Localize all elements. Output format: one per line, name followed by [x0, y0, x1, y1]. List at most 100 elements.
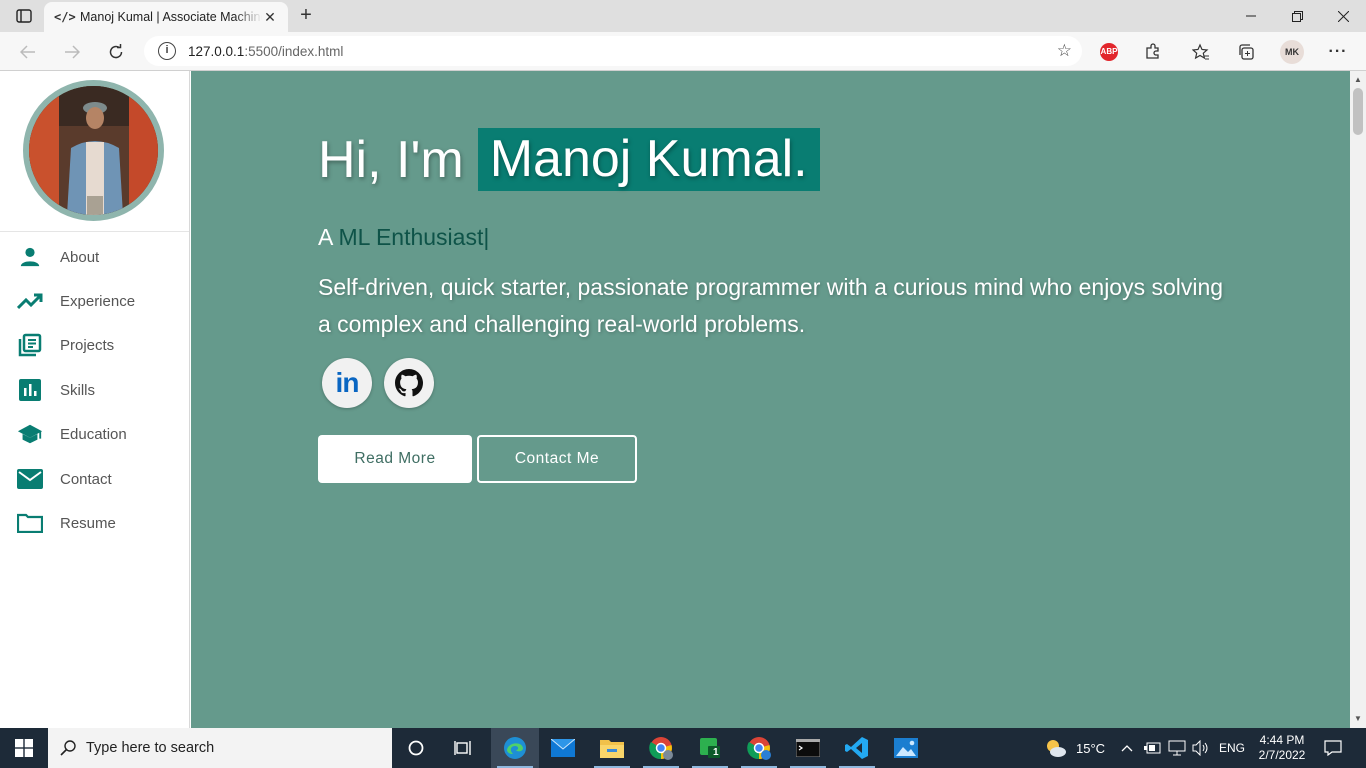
taskbar-terminal[interactable]	[784, 728, 832, 768]
sidebar-item-experience[interactable]: Experience	[0, 281, 190, 321]
clock-date: 2/7/2022	[1258, 748, 1306, 762]
hero-section: Hi, I'm Manoj Kumal. A ML Enthusiast| Se…	[191, 71, 1350, 728]
settings-menu-button[interactable]: ···	[1326, 40, 1350, 64]
profile-button[interactable]: MK	[1280, 40, 1304, 64]
task-view-button[interactable]	[440, 728, 488, 768]
battery-tray-icon[interactable]	[1144, 728, 1162, 768]
task-view-icon	[454, 741, 471, 755]
tab-actions-button[interactable]	[8, 4, 40, 28]
profile-photo	[23, 80, 164, 221]
page-scrollbar[interactable]: ▲ ▼	[1350, 71, 1366, 728]
taskbar-chrome-1[interactable]	[637, 728, 685, 768]
profile-avatar: MK	[1280, 40, 1304, 64]
hero-subtitle: A ML Enthusiast|	[318, 224, 489, 251]
minimize-button[interactable]	[1228, 0, 1274, 32]
chrome-icon	[747, 737, 771, 760]
sidebar-item-label: Skills	[60, 381, 96, 399]
browser-toolbar: i 127.0.0.1:5500/index.html ☆ ABP MK ···	[0, 32, 1366, 71]
back-button[interactable]	[14, 38, 42, 66]
url-path: :5500/index.html	[244, 43, 344, 59]
typing-cursor: |	[483, 224, 490, 250]
sidebar-item-contact[interactable]: Contact	[0, 459, 190, 499]
taskbar-search[interactable]: Type here to search	[48, 728, 392, 768]
sidebar-item-label: Experience	[60, 292, 136, 310]
network-icon	[1168, 740, 1186, 756]
taskbar-file-explorer[interactable]	[588, 728, 636, 768]
restore-button[interactable]	[1274, 0, 1320, 32]
adblock-extension-button[interactable]: ABP	[1097, 40, 1121, 64]
person-icon	[17, 244, 43, 270]
new-tab-button[interactable]: +	[294, 4, 318, 28]
collections-button[interactable]	[1234, 40, 1258, 64]
sidebar-item-resume[interactable]: Resume	[0, 503, 190, 543]
sidebar-item-label: Education	[60, 425, 127, 443]
clock-time: 4:44 PM	[1259, 733, 1305, 747]
start-button[interactable]	[0, 728, 48, 768]
network-tray-icon[interactable]	[1168, 728, 1186, 768]
edge-icon	[504, 737, 526, 759]
weather-cloud-sun-icon	[1047, 740, 1066, 757]
sidebar-item-about[interactable]: About	[0, 237, 190, 277]
taskbar-mail[interactable]	[539, 728, 587, 768]
notifications-button[interactable]	[1324, 728, 1342, 768]
show-hidden-icons-button[interactable]	[1121, 728, 1133, 768]
sidebar: About Experience Projects Skills Educati…	[0, 71, 190, 728]
close-icon	[1337, 10, 1349, 22]
linkedin-icon: in	[335, 367, 360, 398]
tab-title: Manoj Kumal | Associate Machine Learning…	[80, 10, 262, 24]
adblock-icon: ABP	[1100, 43, 1118, 61]
hero-greeting: Hi, I'm	[318, 130, 464, 189]
scroll-down-icon[interactable]: ▼	[1354, 714, 1362, 723]
scroll-thumb[interactable]	[1353, 88, 1363, 135]
sidebar-item-label: Resume	[60, 514, 116, 532]
tab-close-icon[interactable]: ✕	[262, 9, 278, 26]
windows-taskbar: Type here to search 1 15°C ENG 4:44 PM 2…	[0, 728, 1366, 768]
volume-tray-icon[interactable]	[1192, 728, 1210, 768]
restore-icon	[1291, 10, 1303, 22]
browser-tab-strip: </> Manoj Kumal | Associate Machine Lear…	[0, 0, 1366, 32]
github-link[interactable]	[384, 358, 434, 408]
vscode-icon	[845, 737, 868, 759]
weather-widget[interactable]: 15°C	[1045, 728, 1105, 768]
address-bar[interactable]: i 127.0.0.1:5500/index.html ☆	[144, 36, 1082, 66]
typed-role: ML Enthusiast	[338, 224, 484, 250]
chrome-icon	[649, 737, 673, 760]
forward-button[interactable]	[58, 38, 86, 66]
terminal-icon	[796, 739, 820, 757]
close-window-button[interactable]	[1320, 0, 1366, 32]
forward-arrow-icon	[65, 45, 80, 59]
battery-icon	[1144, 742, 1161, 754]
back-arrow-icon	[20, 45, 35, 59]
extensions-button[interactable]	[1141, 40, 1165, 64]
sidebar-item-skills[interactable]: Skills	[0, 370, 190, 410]
sidebar-item-education[interactable]: Education	[0, 414, 190, 454]
url-host: 127.0.0.1	[188, 43, 245, 59]
clock[interactable]: 4:44 PM 2/7/2022	[1256, 728, 1308, 768]
photos-icon	[894, 738, 918, 758]
contact-me-button[interactable]: Contact Me	[477, 435, 637, 483]
hero-description: Self-driven, quick starter, passionate p…	[318, 274, 1224, 337]
github-icon	[395, 369, 423, 397]
mail-app-icon	[551, 739, 575, 757]
linkedin-link[interactable]: in	[322, 358, 372, 408]
taskbar-app-green[interactable]: 1	[686, 728, 734, 768]
scroll-up-icon[interactable]: ▲	[1354, 75, 1362, 84]
cortana-button[interactable]	[392, 728, 440, 768]
taskbar-photos[interactable]	[882, 728, 930, 768]
read-more-button[interactable]: Read More	[318, 435, 472, 483]
taskbar-vscode[interactable]	[833, 728, 881, 768]
favorites-button[interactable]	[1189, 40, 1213, 64]
refresh-button[interactable]	[102, 38, 130, 66]
school-icon	[17, 421, 43, 447]
bar-chart-icon	[17, 377, 43, 403]
sidebar-item-projects[interactable]: Projects	[0, 325, 190, 365]
browser-tab[interactable]: </> Manoj Kumal | Associate Machine Lear…	[44, 2, 288, 32]
site-info-icon[interactable]: i	[158, 42, 176, 60]
speaker-icon	[1192, 740, 1208, 756]
search-icon	[60, 740, 76, 756]
weather-temp: 15°C	[1076, 740, 1106, 756]
taskbar-chrome-2[interactable]	[735, 728, 783, 768]
add-favorite-icon[interactable]: ☆	[1057, 41, 1072, 61]
language-indicator[interactable]: ENG	[1219, 728, 1245, 768]
taskbar-edge[interactable]	[491, 728, 539, 768]
